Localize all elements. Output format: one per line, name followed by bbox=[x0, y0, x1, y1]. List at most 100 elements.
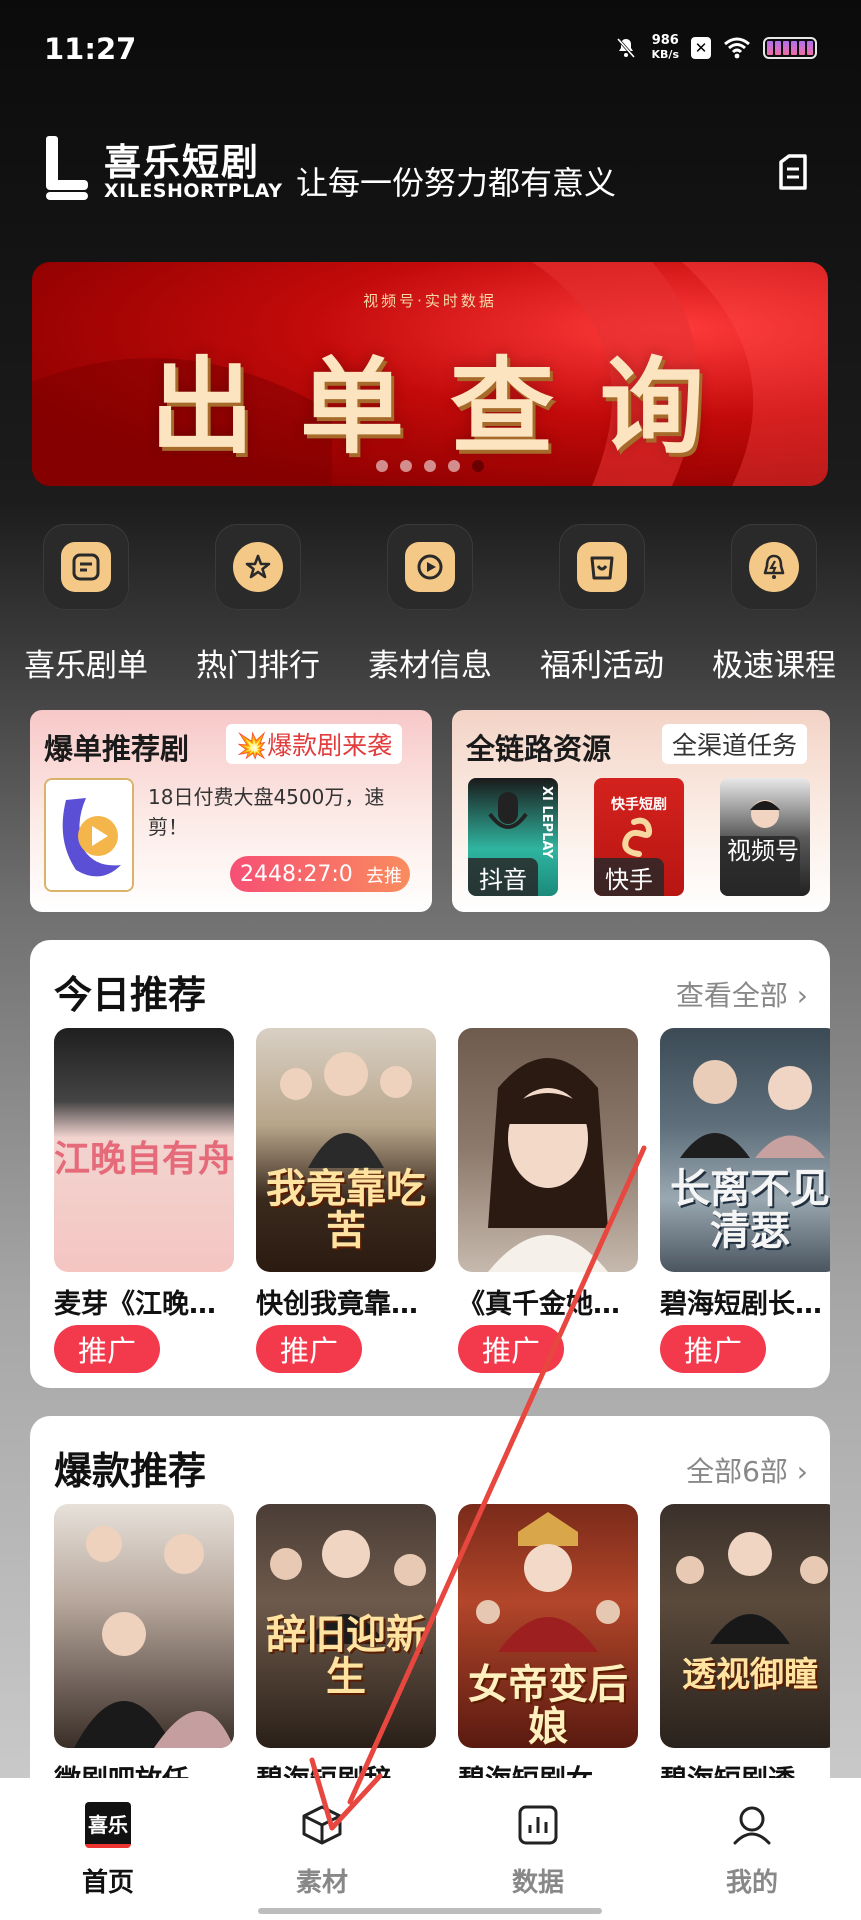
section-title: 爆款推荐 bbox=[54, 1449, 207, 1493]
drama-card[interactable]: 透视御瞳 碧海短剧透… bbox=[660, 1504, 830, 1797]
app-logo-icon bbox=[46, 136, 88, 200]
promote-button[interactable]: 推广 bbox=[458, 1325, 564, 1373]
play-logo-icon bbox=[46, 780, 132, 890]
tab-label: 数据 bbox=[511, 1868, 564, 1898]
net-speed: 986 KB/s bbox=[652, 34, 679, 62]
promo-title: 爆单推荐剧 bbox=[44, 732, 190, 766]
quick-nav-material[interactable]: 素材信息 bbox=[344, 524, 516, 685]
promote-button[interactable]: 推广 bbox=[660, 1325, 766, 1373]
today-recommend-section: 今日推荐 查看全部 › 江晚自有舟 麦芽《江晚… 推广 我竟靠吃苦 快创我竟靠…… bbox=[30, 940, 830, 1388]
drama-name: 麦芽《江晚… bbox=[54, 1289, 216, 1320]
quick-nav-welfare[interactable]: 福利活动 bbox=[516, 524, 688, 685]
channel-kuaishou[interactable]: 快手短剧 快手 bbox=[594, 778, 684, 896]
drama-poster[interactable] bbox=[458, 1028, 638, 1272]
notice-list-icon[interactable] bbox=[769, 148, 817, 196]
app-header: 喜乐短剧 XILESHORTPLAY 让每一份努力都有意义 bbox=[0, 120, 861, 220]
promo-tag[interactable]: 全渠道任务 bbox=[662, 724, 808, 764]
net-speed-unit: KB/s bbox=[651, 48, 679, 61]
chart-icon bbox=[515, 1802, 561, 1848]
section-title: 今日推荐 bbox=[54, 973, 207, 1017]
quick-nav-label: 极速课程 bbox=[712, 648, 836, 684]
promo-thumbnail[interactable] bbox=[44, 778, 134, 892]
hot-recommend-section: 爆款推荐 全部6部 › 微剧吧放任… 辞旧迎新生 碧海短剧辞… 女帝变后娘 碧海… bbox=[30, 1416, 830, 1816]
quick-nav-playlist[interactable]: 喜乐剧单 bbox=[0, 524, 172, 685]
channel-poster-text: XI LEPLAY bbox=[539, 786, 554, 859]
channel-poster-text: 快手短剧 bbox=[611, 797, 667, 813]
channel-label: 视频号 bbox=[720, 836, 800, 896]
drama-poster[interactable]: 女帝变后娘 bbox=[458, 1504, 638, 1748]
drama-card[interactable]: 我竟靠吃苦 快创我竟靠… 推广 bbox=[256, 1028, 436, 1373]
carousel-dot[interactable] bbox=[424, 460, 436, 472]
promo-tag: 💥爆款剧来袭 bbox=[226, 724, 403, 764]
drama-name: 快创我竟靠… bbox=[256, 1289, 418, 1320]
logo-english: XILESHORTPLAY bbox=[104, 180, 283, 202]
drama-poster[interactable]: 长离不见清瑟 bbox=[660, 1028, 830, 1272]
drama-name: 《真千金她… bbox=[458, 1289, 620, 1320]
chevron-right-icon: › bbox=[787, 1455, 808, 1488]
promote-button[interactable]: 推广 bbox=[256, 1325, 362, 1373]
quick-nav-course[interactable]: 极速课程 bbox=[688, 524, 860, 685]
full-channel-resource-card[interactable]: 全链路资源 全渠道任务 XI LEPLAY 抖音 快手短剧 快手 视频号 bbox=[452, 710, 830, 912]
carousel-dot-active[interactable] bbox=[472, 460, 484, 472]
hot-order-recommend-card[interactable]: 爆单推荐剧 💥爆款剧来袭 18日付费大盘4500万，速剪！ 2448:27:0 … bbox=[30, 710, 432, 912]
push-button[interactable]: 去推 bbox=[366, 862, 402, 888]
drama-card[interactable]: 江晚自有舟 麦芽《江晚… 推广 bbox=[54, 1028, 234, 1373]
poster-portrait-illustration bbox=[488, 1058, 608, 1272]
bell-icon bbox=[731, 524, 817, 610]
tab-data[interactable]: 数据 bbox=[478, 1802, 598, 1899]
carousel-dot[interactable] bbox=[448, 460, 460, 472]
drama-card[interactable]: 女帝变后娘 碧海短剧女… bbox=[458, 1504, 638, 1797]
countdown-timer[interactable]: 2448:27:0 去推 bbox=[230, 856, 410, 892]
home-indicator[interactable] bbox=[258, 1908, 602, 1914]
quick-nav-label: 福利活动 bbox=[540, 648, 664, 684]
poster-people-illustration bbox=[676, 1532, 828, 1644]
playlist-icon bbox=[43, 524, 129, 610]
hot-card-row: 微剧吧放任… 辞旧迎新生 碧海短剧辞… 女帝变后娘 碧海短剧女… 透视御瞳 碧海… bbox=[54, 1504, 830, 1816]
view-all-link[interactable]: 查看全部 › bbox=[676, 974, 808, 1014]
view-all-label: 查看全部 bbox=[675, 979, 788, 1012]
carousel-dot[interactable] bbox=[400, 460, 412, 472]
promote-button[interactable]: 推广 bbox=[54, 1325, 160, 1373]
drama-poster[interactable]: 透视御瞳 bbox=[660, 1504, 830, 1748]
tab-label: 首页 bbox=[81, 1868, 134, 1898]
play-icon bbox=[387, 524, 473, 610]
drama-card[interactable]: 《真千金她… 推广 bbox=[458, 1028, 638, 1373]
promo-description: 18日付费大盘4500万，速剪！ bbox=[148, 785, 385, 839]
drama-card[interactable]: 长离不见清瑟 碧海短剧长… 推广 bbox=[660, 1028, 830, 1373]
channel-douyin[interactable]: XI LEPLAY 抖音 bbox=[468, 778, 558, 896]
tab-label: 素材 bbox=[295, 1868, 348, 1898]
drama-poster[interactable] bbox=[54, 1504, 234, 1748]
banner-subtitle: 视频号·实时数据 bbox=[363, 292, 497, 310]
poster-title: 女帝变后娘 bbox=[468, 1661, 628, 1748]
view-all-link[interactable]: 全部6部 › bbox=[686, 1450, 808, 1490]
drama-card[interactable]: 微剧吧放任… bbox=[54, 1504, 234, 1797]
channel-label: 抖音 bbox=[468, 858, 538, 896]
tab-mine[interactable]: 我的 bbox=[692, 1802, 812, 1899]
poster-title: 辞旧迎新生 bbox=[266, 1611, 426, 1700]
drama-card[interactable]: 辞旧迎新生 碧海短剧辞… bbox=[256, 1504, 436, 1797]
poster-title: 透视御瞳 bbox=[682, 1655, 818, 1695]
quick-nav: 喜乐剧单 热门排行 素材信息 福利活动 极速课程 bbox=[0, 524, 861, 684]
snake-mascot-icon bbox=[622, 817, 653, 857]
poster-title: 我竟靠吃苦 bbox=[266, 1165, 426, 1254]
banner-title: 出单查询 bbox=[149, 345, 750, 468]
carousel-dot[interactable] bbox=[376, 460, 388, 472]
tab-material[interactable]: 素材 bbox=[262, 1802, 382, 1899]
mute-bell-icon bbox=[612, 34, 640, 62]
slogan: 让每一份努力都有意义 bbox=[296, 164, 617, 202]
tab-label: 我的 bbox=[725, 1868, 778, 1898]
quick-nav-ranking[interactable]: 热门排行 bbox=[172, 524, 344, 685]
user-icon bbox=[729, 1802, 775, 1848]
logo-chinese: 喜乐短剧 bbox=[104, 141, 260, 184]
net-speed-value: 986 bbox=[651, 33, 679, 48]
poster-title: 江晚自有舟 bbox=[54, 1138, 234, 1180]
quick-nav-label: 热门排行 bbox=[196, 648, 320, 684]
tab-home[interactable]: 喜乐 首页 bbox=[48, 1802, 168, 1899]
drama-poster[interactable]: 我竟靠吃苦 bbox=[256, 1028, 436, 1272]
channel-shipinhao[interactable]: 视频号 bbox=[720, 778, 810, 896]
drama-poster[interactable]: 辞旧迎新生 bbox=[256, 1504, 436, 1748]
box-icon bbox=[299, 1802, 345, 1848]
drama-poster[interactable]: 江晚自有舟 bbox=[54, 1028, 234, 1272]
close-x-icon: ✕ bbox=[691, 37, 711, 59]
banner-carousel[interactable]: 视频号·实时数据 出单查询 bbox=[32, 262, 828, 486]
